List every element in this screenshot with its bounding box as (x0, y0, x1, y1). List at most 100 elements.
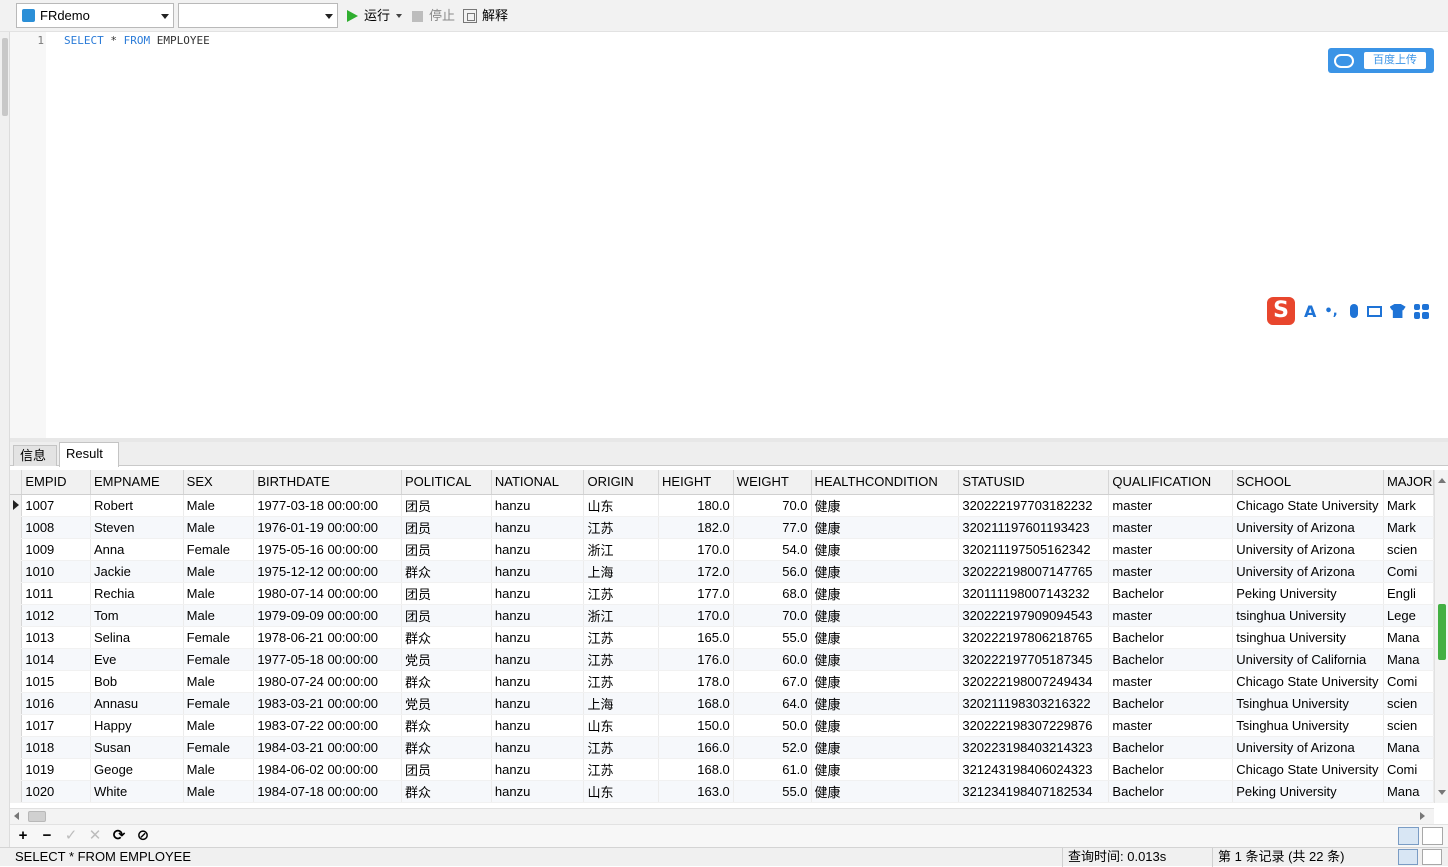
cell-national[interactable]: hanzu (491, 692, 585, 715)
cell-statusid[interactable]: 320222197909094543 (958, 604, 1110, 627)
row-indicator[interactable] (10, 582, 23, 605)
cell-healthcondition[interactable]: 健康 (811, 516, 960, 539)
cell-major[interactable]: Mana (1383, 736, 1434, 759)
cell-empid[interactable]: 1017 (21, 714, 91, 737)
cell-school[interactable]: tsinghua University (1232, 626, 1384, 649)
cell-qualification[interactable]: Bachelor (1108, 780, 1234, 803)
result-grid[interactable]: EMPID EMPNAME SEX BIRTHDATE POLITICAL NATIONA… (10, 470, 1434, 803)
connection-select[interactable]: FRdemo (16, 3, 174, 28)
cell-school[interactable]: University of Arizona (1232, 538, 1384, 561)
column-header-weight[interactable]: WEIGHT (733, 470, 812, 495)
cell-sex[interactable]: Female (183, 626, 255, 649)
cell-major[interactable]: Lege (1383, 604, 1434, 627)
cell-healthcondition[interactable]: 健康 (811, 670, 960, 693)
add-record-button[interactable]: + (14, 827, 32, 845)
cell-statusid[interactable]: 320222198007147765 (958, 560, 1110, 583)
cell-weight[interactable]: 64.0 (733, 692, 812, 715)
cell-birthdate[interactable]: 1980-07-24 00:00:00 (253, 670, 402, 693)
sql-editor[interactable]: 1 SELECT * FROM EMPLOYEE (10, 32, 1448, 438)
cell-birthdate[interactable]: 1984-03-21 00:00:00 (253, 736, 402, 759)
cell-origin[interactable]: 江苏 (583, 648, 660, 671)
cell-sex[interactable]: Male (183, 494, 255, 517)
cell-empid[interactable]: 1015 (21, 670, 91, 693)
cell-birthdate[interactable]: 1975-12-12 00:00:00 (253, 560, 402, 583)
column-header-healthcondition[interactable]: HEALTHCONDITION (811, 470, 960, 495)
stop-fetch-button[interactable]: ⊘ (134, 827, 152, 845)
row-indicator[interactable] (10, 648, 23, 671)
cell-political[interactable]: 团员 (401, 516, 492, 539)
grid-horizontal-scrollbar-thumb[interactable] (28, 811, 46, 822)
cell-statusid[interactable]: 321234198407182534 (958, 780, 1110, 803)
cell-sex[interactable]: Male (183, 560, 255, 583)
cell-empname[interactable]: Happy (90, 714, 184, 737)
apply-changes-button[interactable]: ✓ (62, 827, 80, 845)
cell-height[interactable]: 150.0 (658, 714, 734, 737)
row-indicator[interactable] (10, 736, 23, 759)
cell-national[interactable]: hanzu (491, 494, 585, 517)
cell-major[interactable]: Mana (1383, 648, 1434, 671)
cell-sex[interactable]: Male (183, 758, 255, 781)
table-row[interactable]: 1007 Robert Male 1977-03-18 00:00:00 团员 hanzu… (10, 494, 1434, 517)
cell-school[interactable]: University of Arizona (1232, 560, 1384, 583)
cell-sex[interactable]: Female (183, 538, 255, 561)
explain-button[interactable]: 解释 (463, 6, 508, 26)
cell-major[interactable]: Engli (1383, 582, 1434, 605)
cell-weight[interactable]: 67.0 (733, 670, 812, 693)
run-button[interactable]: 运行 (347, 6, 403, 26)
row-indicator[interactable] (10, 516, 23, 539)
sogou-logo-icon[interactable]: S (1267, 297, 1295, 325)
toolbox-icon[interactable] (1413, 303, 1429, 319)
column-header-sex[interactable]: SEX (183, 470, 255, 495)
table-row[interactable]: 1013 Selina Female 1978-06-21 00:00:00 群众 han… (10, 626, 1434, 649)
cell-height[interactable]: 166.0 (658, 736, 734, 759)
cell-national[interactable]: hanzu (491, 604, 585, 627)
cell-origin[interactable]: 江苏 (583, 758, 660, 781)
status-form-view-icon[interactable] (1422, 849, 1442, 865)
cell-empname[interactable]: Robert (90, 494, 184, 517)
grid-view-button[interactable] (1398, 827, 1419, 845)
cell-birthdate[interactable]: 1977-03-18 00:00:00 (253, 494, 402, 517)
cell-statusid[interactable]: 320211197601193423 (958, 516, 1110, 539)
scroll-up-icon[interactable] (1438, 478, 1446, 483)
cell-height[interactable]: 170.0 (658, 538, 734, 561)
cell-major[interactable]: scien (1383, 538, 1434, 561)
cell-origin[interactable]: 江苏 (583, 516, 660, 539)
cell-height[interactable]: 168.0 (658, 692, 734, 715)
cell-statusid[interactable]: 320111198007143232 (958, 582, 1110, 605)
cell-origin[interactable]: 浙江 (583, 538, 660, 561)
cell-weight[interactable]: 70.0 (733, 604, 812, 627)
grid-vertical-scrollbar-thumb[interactable] (1438, 604, 1446, 660)
cell-empname[interactable]: Steven (90, 516, 184, 539)
cell-sex[interactable]: Male (183, 604, 255, 627)
cell-statusid[interactable]: 321243198406024323 (958, 758, 1110, 781)
run-dropdown-icon[interactable] (396, 14, 403, 18)
cell-origin[interactable]: 江苏 (583, 736, 660, 759)
row-indicator[interactable] (10, 604, 23, 627)
cell-major[interactable]: Mark (1383, 516, 1434, 539)
table-row[interactable]: 1012 Tom Male 1979-09-09 00:00:00 团员 hanzu 浙江 1… (10, 604, 1434, 627)
cell-weight[interactable]: 55.0 (733, 626, 812, 649)
cell-origin[interactable]: 山东 (583, 780, 660, 803)
cell-height[interactable]: 180.0 (658, 494, 734, 517)
cell-sex[interactable]: Male (183, 670, 255, 693)
cell-political[interactable]: 群众 (401, 560, 492, 583)
cell-birthdate[interactable]: 1980-07-14 00:00:00 (253, 582, 402, 605)
cell-statusid[interactable]: 320211197505162342 (958, 538, 1110, 561)
cell-statusid[interactable]: 320222197705187345 (958, 648, 1110, 671)
cell-origin[interactable]: 上海 (583, 692, 660, 715)
cell-major[interactable]: Comi (1383, 560, 1434, 583)
cell-political[interactable]: 党员 (401, 648, 492, 671)
row-indicator[interactable] (10, 780, 23, 803)
column-header-political[interactable]: POLITICAL (401, 470, 492, 495)
cell-healthcondition[interactable]: 健康 (811, 538, 960, 561)
cell-school[interactable]: Peking University (1232, 582, 1384, 605)
cell-national[interactable]: hanzu (491, 582, 585, 605)
cell-height[interactable]: 172.0 (658, 560, 734, 583)
cell-qualification[interactable]: master (1108, 714, 1234, 737)
cell-national[interactable]: hanzu (491, 516, 585, 539)
cell-origin[interactable]: 山东 (583, 714, 660, 737)
column-header-statusid[interactable]: STATUSID (958, 470, 1110, 495)
column-header-qualification[interactable]: QUALIFICATION (1108, 470, 1234, 495)
cell-healthcondition[interactable]: 健康 (811, 494, 960, 517)
cell-birthdate[interactable]: 1984-06-02 00:00:00 (253, 758, 402, 781)
